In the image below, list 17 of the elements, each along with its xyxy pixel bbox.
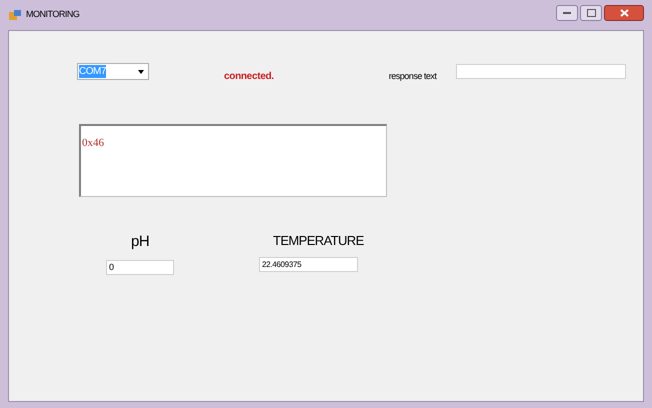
response-label: response text xyxy=(388,70,436,83)
minimize-button[interactable] xyxy=(556,5,578,21)
maximize-button[interactable] xyxy=(580,5,602,21)
minimize-icon xyxy=(563,12,571,14)
close-icon xyxy=(620,9,628,17)
log-box[interactable]: 0x46 xyxy=(79,124,387,197)
ph-label: pH xyxy=(131,232,150,252)
connection-status: connected. xyxy=(224,70,274,84)
window-title: MONITORING xyxy=(26,8,80,22)
ph-field[interactable]: 0 xyxy=(106,260,174,274)
close-button[interactable] xyxy=(604,5,644,21)
temperature-field[interactable]: 22.4609375 xyxy=(259,256,358,272)
response-field[interactable] xyxy=(456,64,626,79)
temperature-label: TEMPERATURE xyxy=(273,232,364,250)
app-icon xyxy=(8,9,22,21)
dropdown-caret-icon xyxy=(138,70,144,74)
maximize-icon xyxy=(586,9,596,17)
